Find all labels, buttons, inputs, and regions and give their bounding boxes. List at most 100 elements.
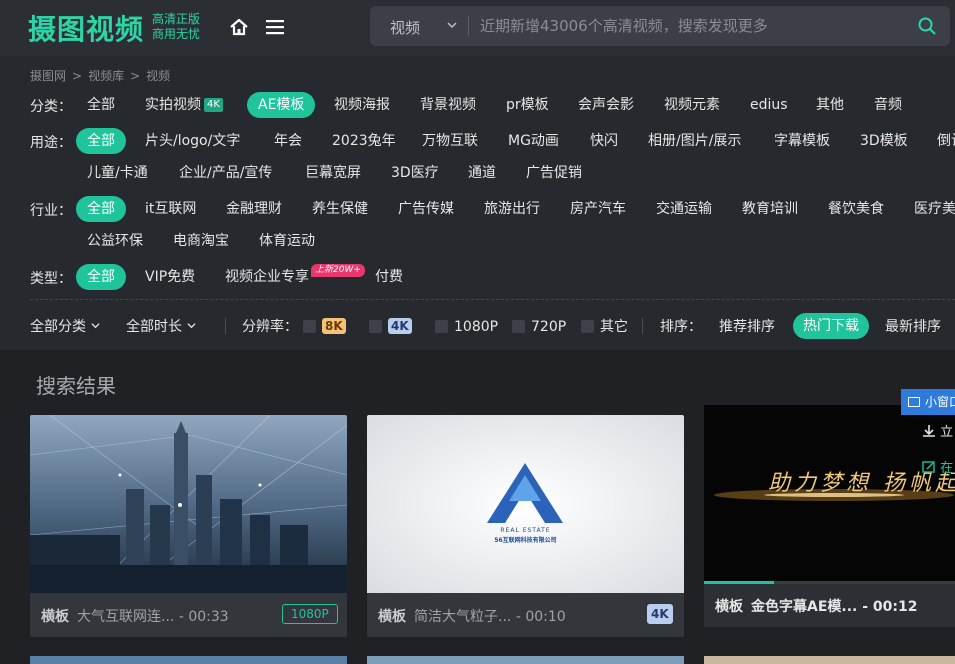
video-title[interactable]: 简洁大气粒子... (414, 609, 511, 625)
online-edit-button[interactable]: 在 (922, 457, 953, 476)
category-option[interactable]: 会声会影 (578, 92, 634, 118)
usage-option[interactable]: 广告促销 (526, 160, 582, 186)
checkbox-720p[interactable] (512, 320, 525, 333)
usage-option[interactable]: 3D医疗 (391, 160, 439, 186)
res-4k-badge[interactable]: 4K (388, 318, 412, 334)
usage-option[interactable]: 3D模板 (860, 128, 908, 154)
industry-option-active[interactable]: 全部 (76, 196, 126, 222)
video-card-hovered[interactable]: 助力梦想 扬帆起航 横板金色字幕AE模... - 00:12 (704, 405, 955, 627)
sort-newest[interactable]: 最新排序 (885, 317, 941, 337)
industry-option[interactable]: 体育运动 (259, 228, 315, 254)
download-icon (923, 425, 935, 437)
usage-option[interactable]: MG动画 (508, 128, 559, 154)
breadcrumb-item[interactable]: 视频库 (88, 69, 124, 83)
download-button[interactable]: 立 (922, 421, 953, 440)
chevron-down-icon (187, 323, 196, 329)
orientation-tag: 横板 (715, 599, 743, 615)
res-1080p-label[interactable]: 1080P (454, 317, 498, 337)
video-card[interactable]: 横板 大气互联网连... - 00:33 1080P (30, 415, 347, 637)
category-option-active[interactable]: AE模板 (247, 92, 316, 118)
video-thumbnail[interactable] (367, 415, 684, 593)
industry-option[interactable]: 养生保健 (312, 196, 368, 222)
search-type-select[interactable]: 视频 (390, 17, 420, 38)
logo-text-line-1: REAL ESTATE (500, 527, 551, 534)
category-option[interactable]: pr模板 (506, 92, 549, 118)
usage-option-active[interactable]: 全部 (76, 128, 126, 154)
video-thumbnail-partial[interactable] (367, 656, 684, 664)
category-label: 分类： (30, 99, 72, 115)
usage-option[interactable]: 倒计 (937, 128, 955, 154)
checkbox-8k[interactable] (303, 320, 316, 333)
category-option[interactable]: 全部 (87, 92, 115, 118)
orientation-tag: 横板 (378, 609, 406, 625)
video-card[interactable]: REAL ESTATE 56互联网科技有限公司 横板 简洁大气粒子... - 00… (367, 415, 684, 637)
search-divider (468, 16, 469, 36)
all-duration-dropdown[interactable]: 全部时长 (126, 317, 196, 337)
mini-window-button[interactable]: 小窗口 (901, 389, 955, 415)
usage-option[interactable]: 2023兔年 (332, 128, 396, 154)
video-thumbnail-partial[interactable] (30, 656, 347, 664)
video-title[interactable]: 大气互联网连... (77, 609, 174, 625)
menu-icon[interactable] (265, 18, 285, 36)
industry-option[interactable]: 交通运输 (656, 196, 712, 222)
usage-option[interactable]: 通道 (468, 160, 496, 186)
chevron-down-icon[interactable] (446, 19, 458, 31)
usage-option[interactable]: 巨幕宽屏 (305, 160, 361, 186)
category-option[interactable]: 视频海报 (334, 92, 390, 118)
industry-option[interactable]: 医疗美 (914, 196, 955, 222)
checkbox-4k[interactable] (369, 320, 382, 333)
category-option[interactable]: 背景视频 (420, 92, 476, 118)
search-input[interactable] (480, 12, 900, 40)
type-option[interactable]: VIP免费 (145, 264, 195, 290)
video-thumbnail[interactable]: 助力梦想 扬帆起航 (704, 405, 955, 583)
category-option[interactable]: 其他 (816, 92, 844, 118)
industry-option[interactable]: 金融理财 (226, 196, 282, 222)
sort-recommend[interactable]: 推荐排序 (719, 317, 775, 337)
res-other-label[interactable]: 其它 (600, 317, 628, 337)
video-title[interactable]: 金色字幕AE模... (751, 599, 857, 615)
usage-option[interactable]: 万物互联 (422, 128, 478, 154)
video-meta: 横板 大气互联网连... - 00:33 (41, 606, 229, 626)
category-option-label: 实拍视频 (145, 97, 201, 113)
type-option-active[interactable]: 全部 (76, 264, 126, 290)
industry-option[interactable]: 房产汽车 (570, 196, 626, 222)
type-option[interactable]: 视频企业专享 (225, 264, 309, 290)
industry-option[interactable]: 餐饮美食 (828, 196, 884, 222)
industry-option[interactable]: it互联网 (145, 196, 196, 222)
video-thumbnail-partial[interactable] (704, 656, 955, 664)
usage-option[interactable]: 年会 (274, 128, 302, 154)
checkbox-other[interactable] (581, 320, 594, 333)
video-thumbnail[interactable] (30, 415, 347, 593)
sort-hot-active[interactable]: 热门下载 (793, 313, 869, 339)
type-option[interactable]: 付费 (375, 264, 403, 290)
res-720p-label[interactable]: 720P (531, 317, 566, 337)
res-8k-badge[interactable]: 8K (322, 318, 346, 334)
category-option[interactable]: 音频 (874, 92, 902, 118)
all-category-dropdown[interactable]: 全部分类 (30, 317, 100, 337)
usage-option[interactable]: 儿童/卡通 (87, 160, 148, 186)
video-progress-bar[interactable] (704, 581, 955, 584)
home-icon[interactable] (229, 17, 249, 37)
tagline-line-2: 商用无忧 (152, 27, 201, 41)
usage-label: 用途： (30, 135, 72, 151)
breadcrumb-item[interactable]: 摄图网 (30, 69, 66, 83)
checkbox-1080p[interactable] (435, 320, 448, 333)
all-category-label: 全部分类 (30, 319, 86, 335)
industry-option[interactable]: 旅游出行 (484, 196, 540, 222)
breadcrumb: 摄图网 > 视频库 > 视频 (30, 69, 171, 83)
usage-option[interactable]: 相册/图片/展示 (648, 128, 741, 154)
industry-option[interactable]: 教育培训 (742, 196, 798, 222)
usage-option[interactable]: 片头/logo/文字 (145, 128, 240, 154)
usage-option[interactable]: 企业/产品/宣传 (179, 160, 272, 186)
site-logo[interactable]: 摄图视频 (28, 8, 144, 48)
search-icon[interactable] (917, 16, 937, 36)
window-icon (908, 397, 920, 407)
usage-option[interactable]: 字幕模板 (774, 128, 830, 154)
category-option[interactable]: edius (750, 92, 788, 118)
industry-option[interactable]: 公益环保 (87, 228, 143, 254)
category-option[interactable]: 实拍视频 4K (145, 92, 223, 118)
usage-option[interactable]: 快闪 (590, 128, 618, 154)
industry-option[interactable]: 广告传媒 (398, 196, 454, 222)
industry-option[interactable]: 电商淘宝 (173, 228, 229, 254)
category-option[interactable]: 视频元素 (664, 92, 720, 118)
